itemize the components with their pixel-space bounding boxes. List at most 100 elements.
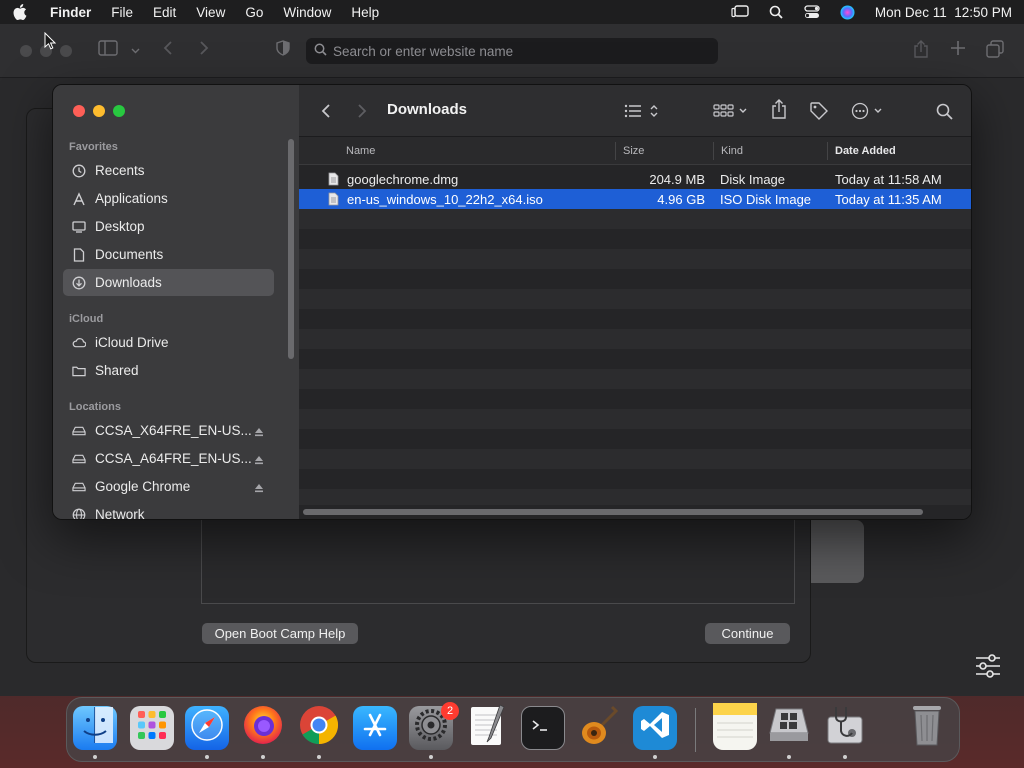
forward-icon[interactable]: [357, 101, 367, 121]
file-kind: ISO Disk Image: [720, 192, 812, 207]
sidebar-item-network[interactable]: Network: [63, 501, 274, 519]
eject-icon[interactable]: [254, 481, 264, 493]
tag-icon[interactable]: [809, 101, 829, 121]
guitar-icon: [578, 703, 620, 753]
zoom-button[interactable]: [113, 105, 125, 117]
back-icon[interactable]: [321, 101, 331, 121]
search-icon: [314, 43, 327, 59]
group-by-icon[interactable]: [713, 101, 749, 121]
sidebar-item-desktop[interactable]: Desktop: [63, 213, 274, 240]
column-divider[interactable]: [713, 142, 714, 160]
safari-address-bar[interactable]: Search or enter website name: [306, 38, 718, 64]
menu-edit[interactable]: Edit: [153, 5, 176, 20]
sidebar-item-google-chrome[interactable]: Google Chrome: [63, 473, 274, 500]
dock-disk-utility[interactable]: [823, 706, 867, 750]
sidebar-item-shared[interactable]: Shared: [63, 357, 274, 384]
dock-finder[interactable]: [73, 706, 117, 750]
siri-icon[interactable]: [839, 5, 857, 19]
menu-clock[interactable]: Mon Dec 11 12:50 PM: [875, 5, 1012, 20]
forward-icon[interactable]: [199, 40, 209, 61]
dock-app-store[interactable]: [353, 706, 397, 750]
column-header-date-added[interactable]: Date Added: [835, 145, 896, 157]
spotlight-icon[interactable]: [767, 5, 785, 19]
more-actions-icon[interactable]: [851, 101, 885, 121]
menu-app-name[interactable]: Finder: [50, 5, 91, 20]
chrome-icon: [298, 704, 340, 752]
trash-icon: [908, 703, 946, 753]
menu-view[interactable]: View: [196, 5, 225, 20]
sidebar-scrollbar[interactable]: [288, 139, 294, 359]
continue-button[interactable]: Continue: [705, 623, 790, 644]
sidebar-item-ccsa-x64[interactable]: CCSA_X64FRE_EN-US...: [63, 417, 274, 444]
disk-icon: [72, 452, 86, 466]
column-divider[interactable]: [827, 142, 828, 160]
list-view-icon[interactable]: [624, 101, 660, 121]
column-header-size[interactable]: Size: [623, 145, 644, 157]
menu-file[interactable]: File: [111, 5, 133, 20]
dock-firefox[interactable]: [241, 706, 285, 750]
stethoscope-icon: [822, 703, 868, 753]
menu-window[interactable]: Window: [283, 5, 331, 20]
share-icon[interactable]: [913, 40, 929, 63]
open-boot-camp-help-button[interactable]: Open Boot Camp Help: [202, 623, 358, 644]
new-tab-icon[interactable]: [950, 40, 966, 61]
file-row-selected[interactable]: en-us_windows_10_22h2_x64.iso 4.96 GB IS…: [299, 189, 971, 209]
dock-trash[interactable]: [905, 706, 949, 750]
dock-terminal[interactable]: [521, 706, 565, 750]
running-indicator: [429, 755, 433, 759]
chevron-down-icon[interactable]: [131, 42, 140, 60]
safari-zoom-button[interactable]: [60, 45, 72, 57]
dock-notes[interactable]: [713, 703, 757, 750]
safari-close-button[interactable]: [20, 45, 32, 57]
tab-overview-icon[interactable]: [986, 40, 1004, 63]
document-icon: [72, 247, 86, 262]
eject-icon[interactable]: [254, 425, 264, 437]
vscode-icon: [639, 709, 671, 747]
file-name: googlechrome.dmg: [347, 172, 459, 187]
empty-row: [299, 329, 971, 349]
sidebar-toggle-icon[interactable]: [98, 40, 118, 61]
column-header-kind[interactable]: Kind: [721, 145, 743, 157]
mouse-pointer-icon: [44, 31, 57, 50]
dock-boot-camp-assistant[interactable]: [767, 706, 811, 750]
sidebar-item-label: iCloud Drive: [95, 335, 169, 350]
file-kind: Disk Image: [720, 172, 786, 187]
search-icon[interactable]: [936, 101, 953, 121]
stage-manager-icon[interactable]: [731, 5, 749, 19]
dock-system-settings[interactable]: 2: [409, 702, 459, 750]
column-header-name[interactable]: Name: [346, 145, 375, 157]
sidebar-item-applications[interactable]: Applications: [63, 185, 274, 212]
sidebar-item-icloud-drive[interactable]: iCloud Drive: [63, 329, 274, 356]
dock-textedit[interactable]: [465, 704, 509, 750]
dock-safari[interactable]: [185, 706, 229, 750]
dock-launchpad[interactable]: [130, 706, 174, 750]
menu-go[interactable]: Go: [245, 5, 263, 20]
sidebar-section-favorites: Favorites: [69, 141, 118, 153]
minimize-button[interactable]: [93, 105, 105, 117]
sidebar-item-recents[interactable]: Recents: [63, 157, 274, 184]
file-row[interactable]: googlechrome.dmg 204.9 MB Disk Image Tod…: [299, 169, 971, 189]
clock-icon: [72, 164, 86, 178]
eject-icon[interactable]: [254, 453, 264, 465]
document-icon: [328, 192, 339, 206]
back-icon[interactable]: [163, 40, 173, 61]
horizontal-scrollbar[interactable]: [303, 509, 923, 515]
share-icon[interactable]: [771, 99, 787, 119]
dock-garageband[interactable]: [577, 703, 621, 753]
sidebar-item-label: Documents: [95, 247, 164, 262]
sidebar-item-ccsa-a64[interactable]: CCSA_A64FRE_EN-US...: [63, 445, 274, 472]
dock-vscode[interactable]: [633, 706, 677, 750]
sliders-icon[interactable]: [974, 654, 1002, 678]
sidebar-item-downloads[interactable]: Downloads: [63, 269, 274, 296]
sidebar-item-documents[interactable]: Documents: [63, 241, 274, 268]
dock-chrome[interactable]: [297, 706, 341, 750]
address-placeholder: Search or enter website name: [333, 43, 514, 59]
menu-help[interactable]: Help: [351, 5, 379, 20]
control-center-icon[interactable]: [803, 5, 821, 19]
close-button[interactable]: [73, 105, 85, 117]
dock: 2: [66, 697, 960, 762]
privacy-shield-icon[interactable]: [276, 40, 290, 61]
apple-menu-icon[interactable]: [12, 4, 28, 20]
column-divider[interactable]: [615, 142, 616, 160]
sidebar-item-label: Downloads: [95, 275, 162, 290]
